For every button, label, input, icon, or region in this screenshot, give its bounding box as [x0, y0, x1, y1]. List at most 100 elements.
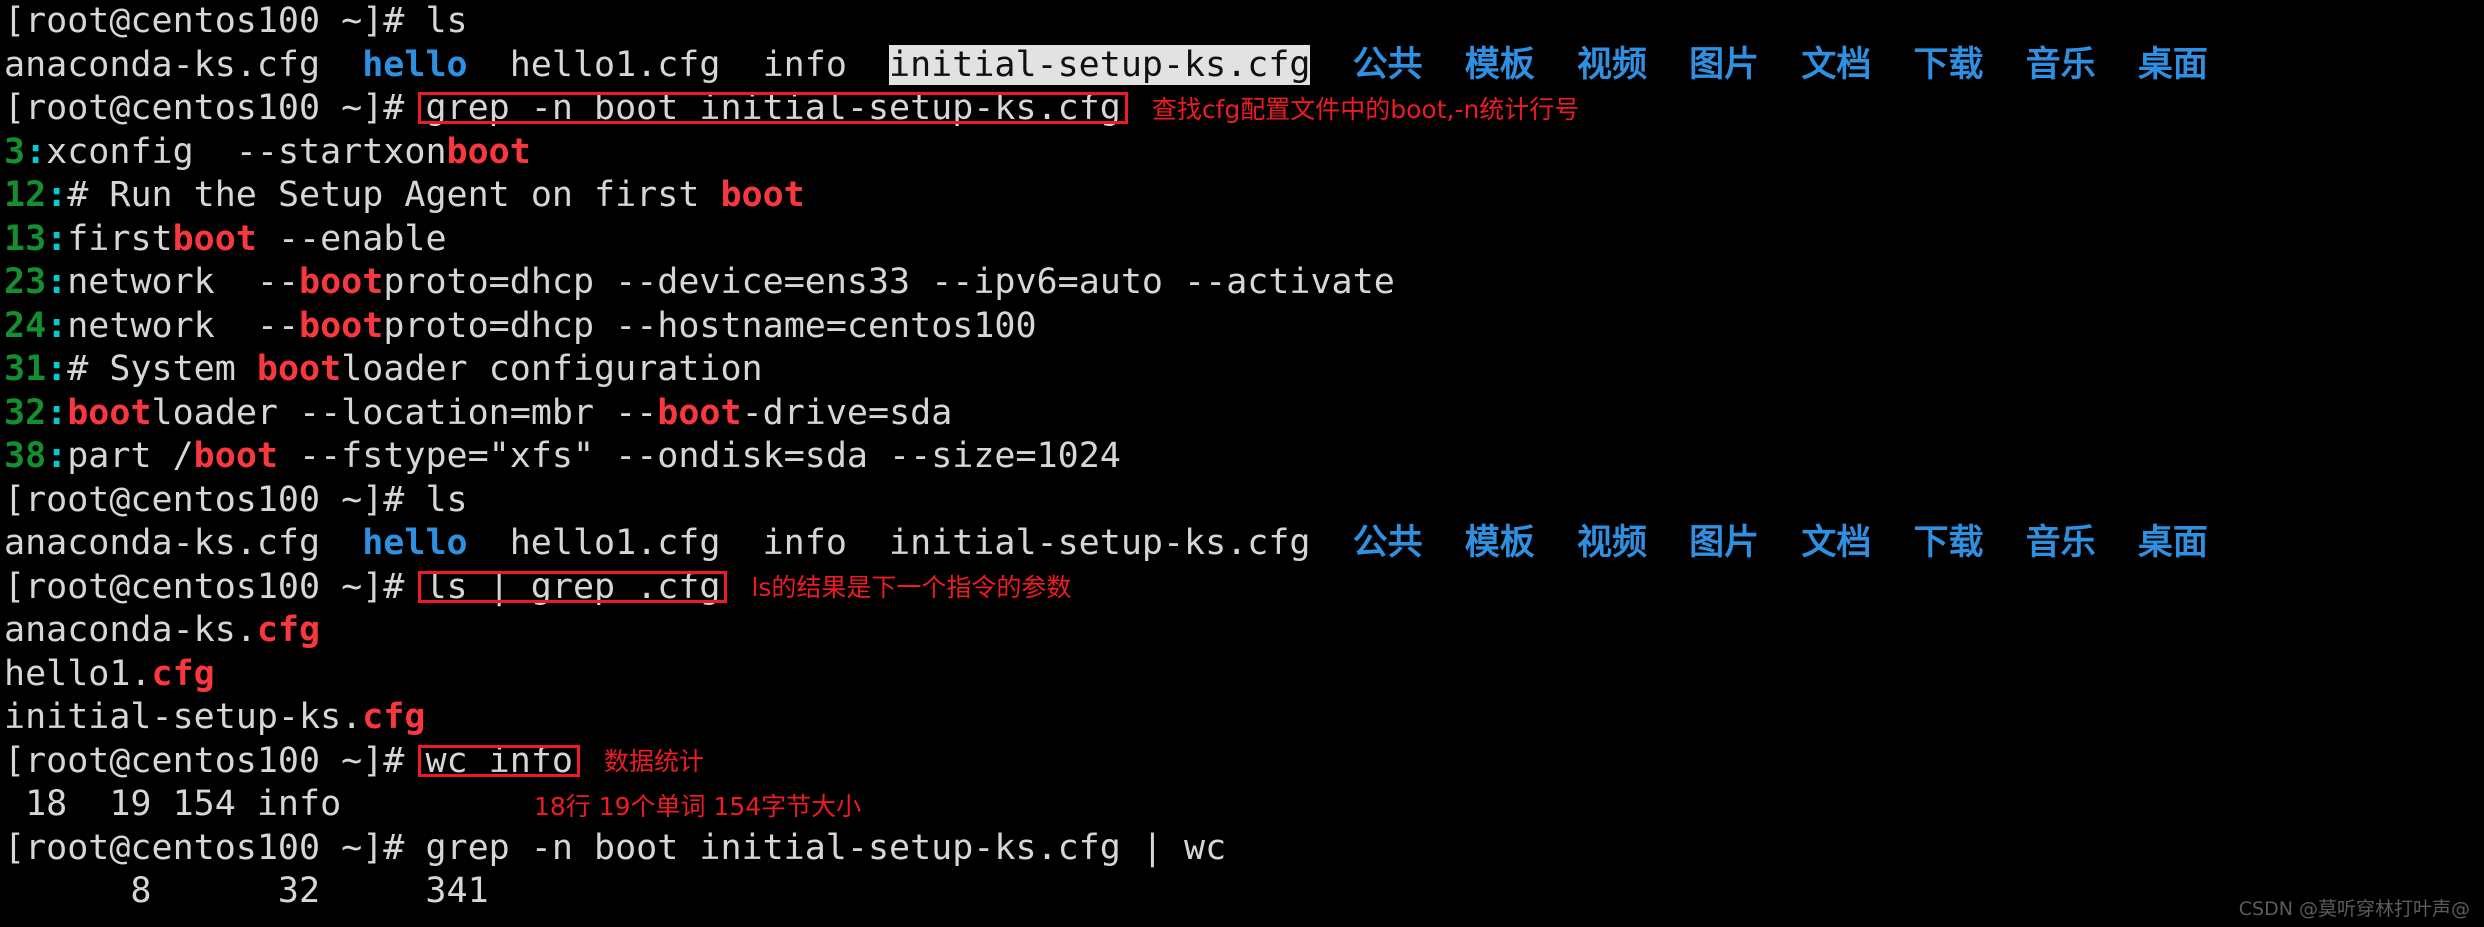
terminal-line-ls-output: anaconda-ks.cfg hello hello1.cfg info in…: [0, 44, 2484, 88]
terminal-line-pipe-command: [root@centos100 ~]# ls | grep .cfg: [0, 566, 2484, 610]
shell-prompt: [root@centos100 ~]#: [4, 827, 426, 868]
grep-text-post: loader configuration: [341, 349, 763, 389]
directory-gonggong: 公共: [1352, 523, 1423, 563]
terminal-line-grep-result: 32:bootloader --location=mbr --boot-driv…: [0, 392, 2484, 436]
annotation-grep-note: 查找cfg配置文件中的boot,-n统计行号: [1151, 94, 1580, 124]
directory-tupian: 图片: [1689, 44, 1760, 85]
grep-line-number: 23: [4, 262, 47, 302]
terminal-line-cfg-result: hello1.cfg: [0, 653, 2484, 697]
grep-text-pre: network --: [67, 305, 300, 346]
command-text-pipe: ls | grep .cfg: [425, 566, 721, 607]
grep-text-pre: network --: [67, 262, 300, 302]
terminal-window[interactable]: [root@centos100 ~]# ls anaconda-ks.cfg h…: [0, 0, 2484, 927]
terminal-line-command: [root@centos100 ~]# ls: [0, 479, 2484, 523]
grep-colon: :: [25, 131, 47, 172]
terminal-line-ls-output: anaconda-ks.cfg hello hello1.cfg info in…: [0, 522, 2484, 566]
cfg-match: cfg: [151, 653, 215, 694]
shell-prompt: [root@centos100 ~]#: [4, 740, 426, 781]
directory-yinyue: 音乐: [2025, 523, 2096, 563]
grep-line-number: 3: [4, 131, 26, 172]
directory-zhuomian: 桌面: [2137, 44, 2208, 85]
grep-line-number: 24: [4, 305, 47, 346]
grep-text-post: --enable: [256, 218, 447, 259]
command-text: ls: [425, 1, 468, 41]
grep-match: boot: [299, 305, 384, 346]
cfg-basename: anaconda-ks.: [4, 610, 257, 650]
grep-colon: :: [46, 349, 68, 389]
terminal-line-wc-command: [root@centos100 ~]# wc info: [0, 740, 2484, 784]
csdn-watermark: CSDN @莫听穿林打叶声@: [2238, 898, 2470, 920]
file-list-part: anaconda-ks.cfg: [4, 523, 363, 563]
command-text-grep: grep -n boot initial-setup-ks.cfg: [425, 88, 1121, 128]
grep-colon: :: [46, 436, 68, 476]
wc-counts: 18 19 154 info: [4, 784, 342, 824]
selected-filename[interactable]: initial-setup-ks.cfg: [889, 44, 1311, 85]
grep-text-post: proto=dhcp --device=ens33 --ipv6=auto --…: [383, 262, 1395, 302]
terminal-line-wc-output: 18 19 154 info: [0, 783, 2484, 827]
terminal-line-grep-result: 13:firstboot --enable: [0, 218, 2484, 262]
directory-muban: 模板: [1464, 523, 1535, 563]
file-list-part: hello1.cfg info initial-setup-ks.cfg: [467, 523, 1311, 563]
directory-xiazai: 下载: [1913, 523, 1984, 563]
grep-line-number: 13: [4, 218, 47, 259]
terminal-line-grep-result: 24:network --bootproto=dhcp --hostname=c…: [0, 305, 2484, 349]
grep-text-post: --fstype="xfs" --ondisk=sda --size=1024: [277, 436, 1121, 476]
directory-gonggong: 公共: [1352, 44, 1423, 85]
grep-line-number: 12: [4, 175, 47, 215]
grep-line-number: 38: [4, 436, 47, 476]
command-text-wc: wc info: [425, 740, 573, 781]
grep-match: boot: [193, 436, 278, 476]
grep-text-pre: part /: [67, 436, 194, 476]
grep-colon: :: [46, 305, 68, 346]
directory-shipin: 视频: [1576, 44, 1647, 85]
cfg-basename: hello1.: [4, 653, 152, 694]
directory-wendang: 文档: [1801, 523, 1872, 563]
directory-zhuomian: 桌面: [2137, 523, 2208, 563]
terminal-line-grep-result: 23:network --bootproto=dhcp --device=ens…: [0, 261, 2484, 305]
terminal-line-wc-output: 8 32 341: [0, 870, 2484, 914]
directory-xiazai: 下载: [1913, 44, 1984, 85]
grep-match-1: boot: [67, 392, 152, 433]
annotation-wc-detail: 18行 19个单词 154字节大小: [533, 792, 862, 821]
grep-match: boot: [446, 131, 531, 172]
annotation-pipe-note: ls的结果是下一个指令的参数: [751, 573, 1072, 602]
terminal-line-grep-result: 3:xconfig --startxonboot: [0, 131, 2484, 175]
cfg-basename: initial-setup-ks.: [4, 697, 363, 737]
file-list-part: hello1.cfg info: [467, 44, 890, 85]
terminal-line-command: [root@centos100 ~]# ls: [0, 0, 2484, 44]
directory-hello: hello: [362, 523, 468, 563]
command-text: ls: [425, 479, 468, 520]
terminal-line-cfg-result: initial-setup-ks.cfg: [0, 696, 2484, 740]
grep-match: boot: [256, 349, 342, 389]
grep-text-pre: xconfig --startxon: [46, 131, 447, 172]
annotation-wc-note: 数据统计: [603, 747, 704, 776]
grep-text-mid: loader --location=mbr --: [151, 392, 658, 433]
terminal-line-grep-result: 38:part /boot --fstype="xfs" --ondisk=sd…: [0, 435, 2484, 479]
grep-match: boot: [172, 218, 257, 259]
terminal-line-command: [root@centos100 ~]# grep -n boot initial…: [0, 827, 2484, 871]
shell-prompt: [root@centos100 ~]#: [4, 566, 426, 607]
grep-colon: :: [46, 175, 68, 215]
command-text: grep -n boot initial-setup-ks.cfg | wc: [425, 827, 1227, 868]
cfg-match: cfg: [362, 697, 426, 737]
shell-prompt: [root@centos100 ~]#: [4, 1, 426, 41]
file-list-part: anaconda-ks.cfg: [4, 44, 363, 85]
grep-text-post: -drive=sda: [741, 392, 953, 433]
grep-line-number: 32: [4, 392, 47, 433]
directory-muban: 模板: [1464, 44, 1535, 85]
grep-text-pre: # System: [67, 349, 257, 389]
directory-tupian: 图片: [1689, 523, 1760, 563]
grep-text-pre: first: [67, 218, 173, 259]
